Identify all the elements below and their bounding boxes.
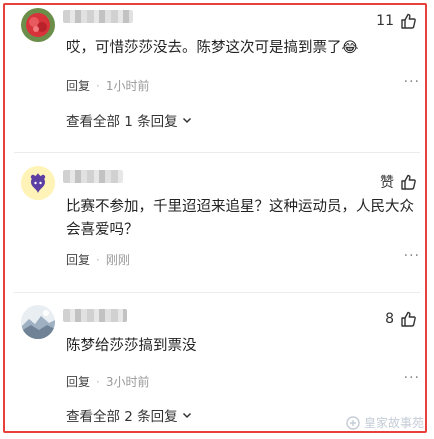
more-options-button[interactable]: ···: [404, 248, 420, 264]
reply-button[interactable]: 回复: [66, 251, 90, 268]
thumbs-up-icon: [401, 174, 416, 190]
meta-separator: ·: [96, 252, 100, 267]
like-count: 8: [385, 311, 394, 327]
meta-separator: ·: [96, 374, 100, 389]
comment-time: 1小时前: [105, 79, 150, 93]
comment-divider: [14, 292, 420, 293]
chevron-down-icon: [182, 117, 191, 124]
thumbs-up-icon: [401, 13, 416, 29]
username-blurred[interactable]: [63, 10, 133, 23]
more-options-button[interactable]: ···: [404, 370, 420, 386]
comment-meta: 回复 · 3小时前: [66, 373, 149, 390]
reply-button[interactable]: 回复: [66, 77, 90, 94]
username-blurred[interactable]: [63, 309, 127, 322]
view-all-replies-link[interactable]: 查看全部 1 条回复: [66, 110, 193, 130]
view-all-replies-label: 查看全部 2 条回复: [66, 409, 178, 425]
comment-meta: 回复 · 1小时前: [66, 77, 149, 94]
reply-button[interactable]: 回复: [66, 373, 90, 390]
watermark: 皇家故事苑: [346, 414, 424, 431]
comment-time: 刚刚: [105, 253, 130, 267]
thumbs-up-icon: [401, 311, 416, 327]
more-options-button[interactable]: ···: [404, 74, 420, 90]
user-avatar[interactable]: [21, 166, 55, 200]
comment-text: 哎，可惜莎莎没去。陈梦这次可是搞到票了😂: [66, 40, 359, 56]
watermark-logo-icon: [346, 415, 360, 430]
comment-meta: 回复 · 刚刚: [66, 251, 130, 268]
like-count: 11: [376, 13, 394, 29]
like-button[interactable]: 8: [385, 311, 416, 327]
like-button[interactable]: 赞: [380, 172, 416, 192]
user-avatar[interactable]: [21, 8, 55, 42]
view-all-replies-link[interactable]: 查看全部 2 条回复: [66, 405, 193, 425]
watermark-text: 皇家故事苑: [363, 416, 424, 430]
comment-text: 陈梦给莎莎搞到票没: [66, 338, 197, 354]
like-label: 赞: [380, 175, 394, 191]
chevron-down-icon: [182, 412, 191, 419]
view-all-replies-label: 查看全部 1 条回复: [66, 114, 178, 130]
comment-divider: [14, 152, 420, 153]
meta-separator: ·: [96, 78, 100, 93]
comment-time: 3小时前: [105, 375, 150, 389]
comment-text: 比赛不参加，千里迢迢来追星？这种运动员，人民大众会喜爱吗？: [66, 199, 414, 238]
user-avatar[interactable]: [21, 305, 55, 339]
username-blurred[interactable]: [63, 170, 123, 183]
like-button[interactable]: 11: [376, 13, 416, 29]
